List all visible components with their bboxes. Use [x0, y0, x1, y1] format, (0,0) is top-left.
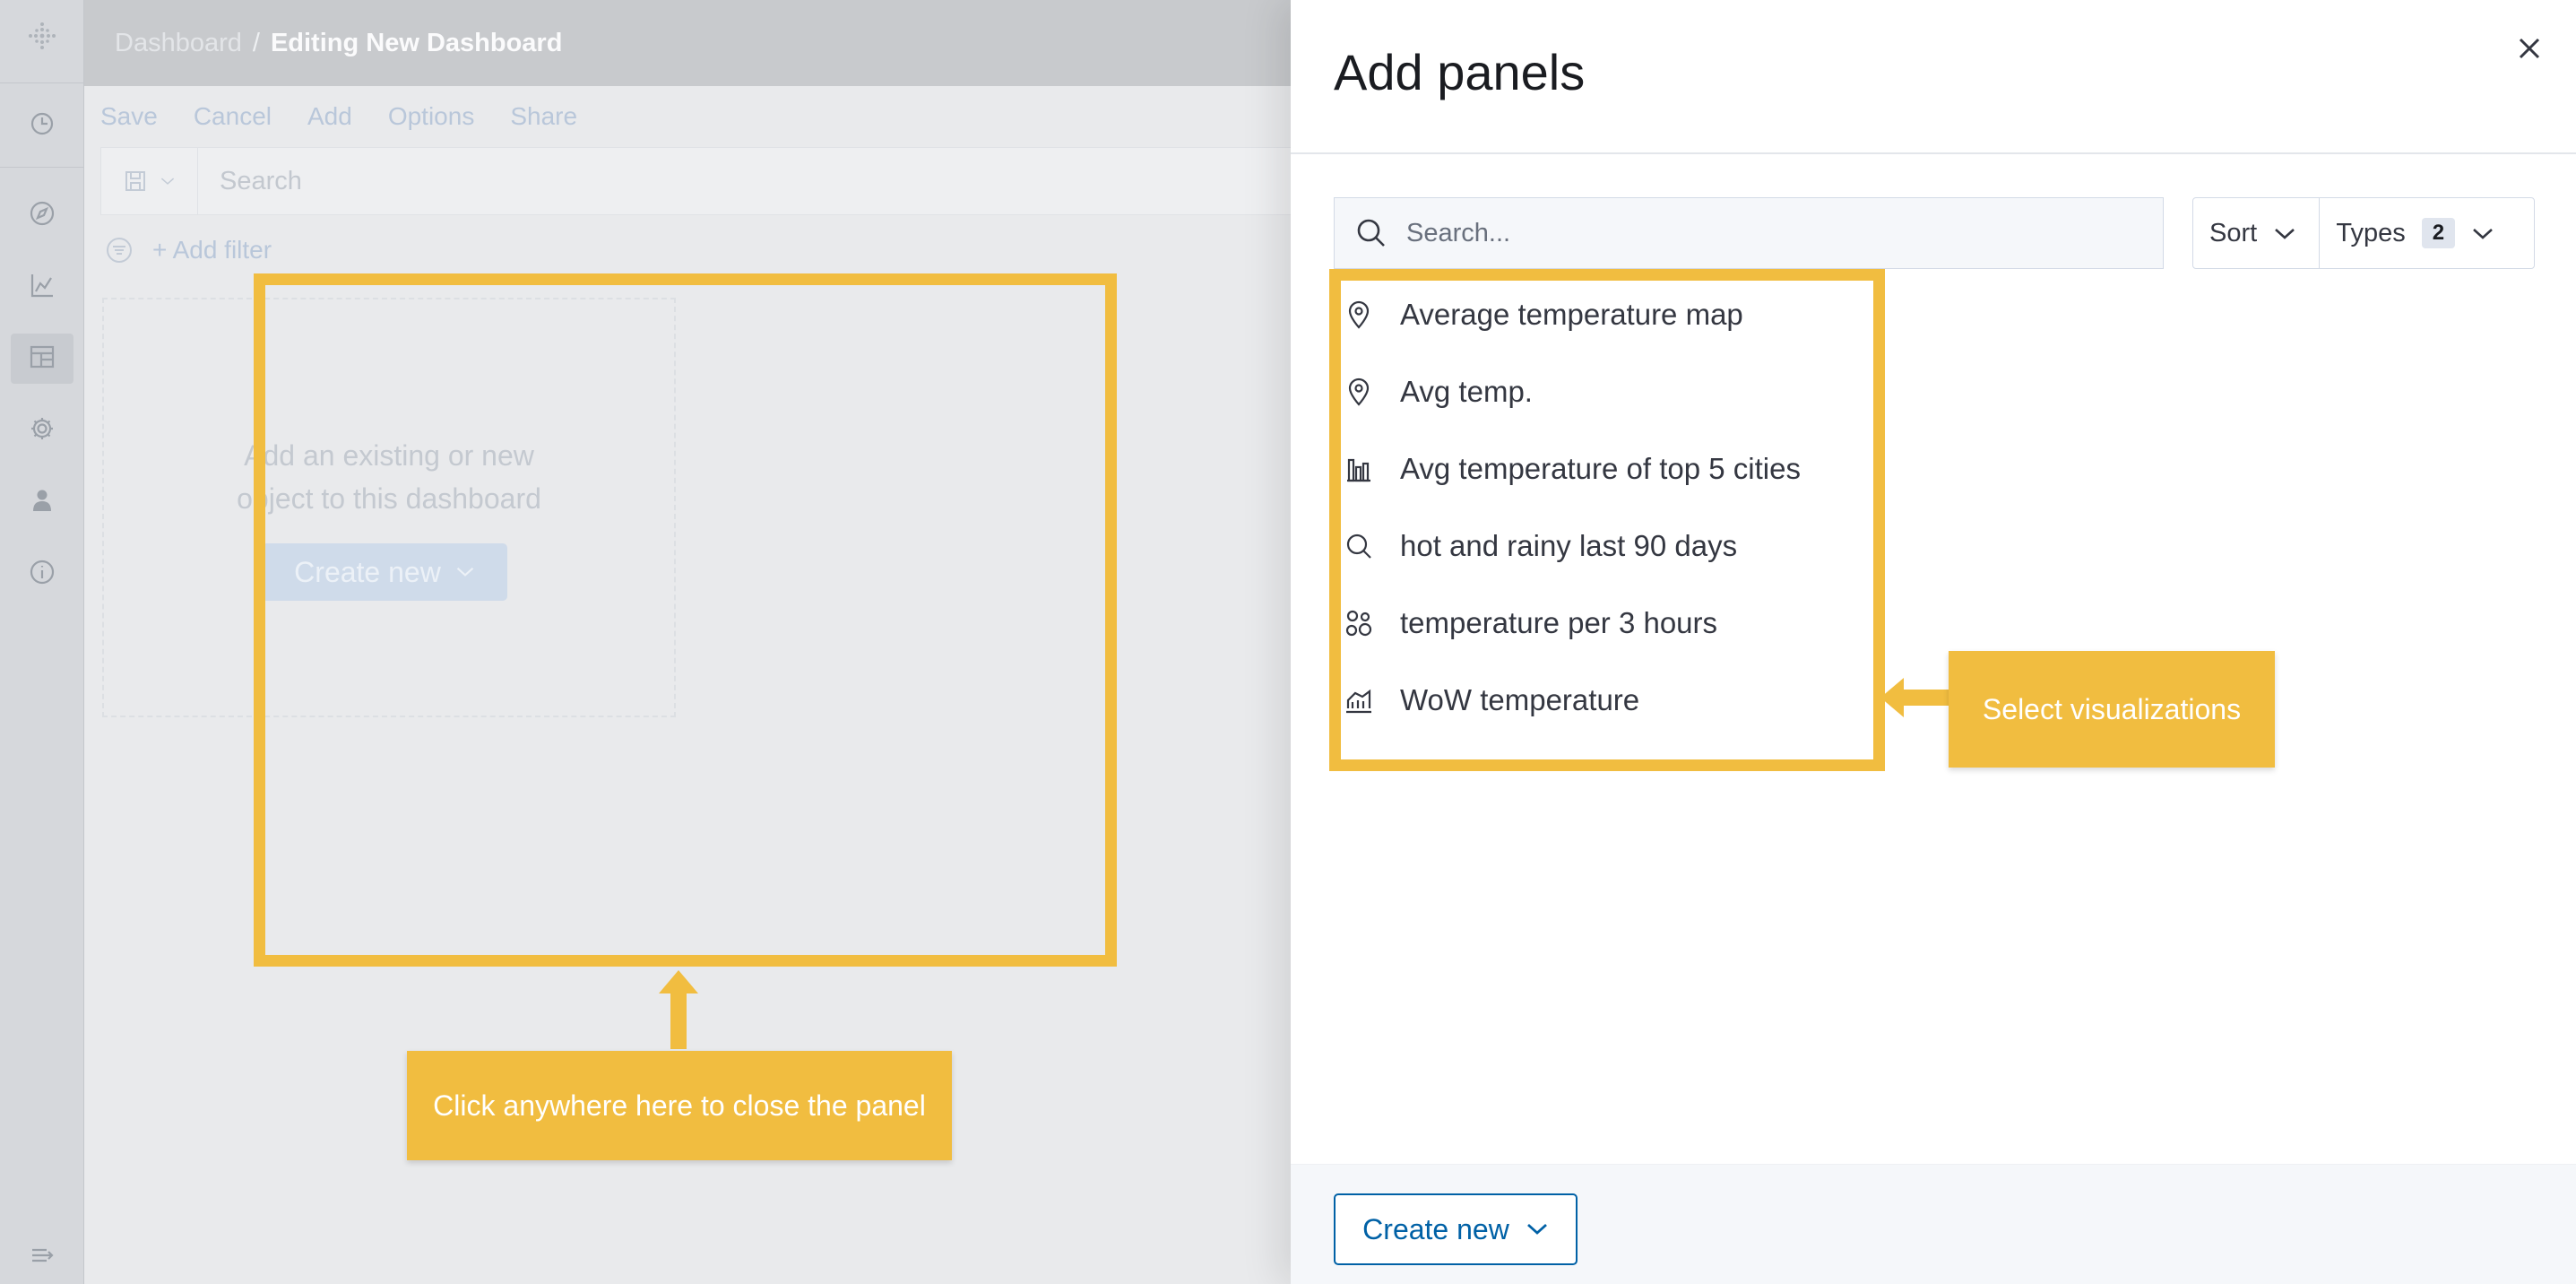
create-new-button[interactable]: Create new — [1334, 1193, 1578, 1265]
flyout-divider — [1291, 152, 2576, 154]
logo-icon[interactable] — [24, 18, 60, 54]
save-menu-item[interactable]: Save — [100, 102, 158, 131]
info-icon[interactable] — [24, 554, 60, 590]
close-panel-callout: Click anywhere here to close the panel — [407, 1051, 952, 1160]
clock-icon[interactable] — [24, 106, 60, 142]
filter-icon[interactable] — [104, 235, 134, 265]
dashboard-menu: Save Cancel Add Options Share — [100, 102, 577, 131]
saved-query-button[interactable] — [101, 148, 198, 214]
sort-button[interactable]: Sort — [2193, 198, 2321, 268]
types-count-badge: 2 — [2421, 218, 2456, 248]
chevron-down-icon — [2273, 219, 2296, 248]
up-arrow-shaft — [670, 986, 687, 1049]
flyout-title: Add panels — [1334, 44, 1586, 100]
left-arrow-head — [1880, 678, 1904, 717]
flyout-footer: Create new — [1291, 1164, 2576, 1284]
left-arrow-shaft — [1898, 690, 1949, 706]
collapse-icon[interactable] — [24, 1237, 60, 1273]
compass-icon[interactable] — [24, 195, 60, 231]
types-filter-button[interactable]: Types 2 — [2320, 198, 2534, 268]
cancel-menu-item[interactable]: Cancel — [194, 102, 272, 131]
search-icon — [1357, 219, 1385, 247]
add-filter-link[interactable]: + Add filter — [152, 236, 272, 265]
gear-icon[interactable] — [24, 411, 60, 447]
types-label: Types — [2336, 218, 2406, 247]
breadcrumb-root[interactable]: Dashboard — [115, 29, 242, 58]
dashboard-icon[interactable] — [24, 339, 60, 375]
panel-search-box — [1334, 197, 2164, 269]
query-bar: Search — [100, 147, 1355, 215]
header-bar: Dashboard / Editing New Dashboard — [84, 0, 1291, 86]
save-icon — [125, 171, 145, 191]
up-arrow-head — [659, 970, 698, 993]
share-menu-item[interactable]: Share — [510, 102, 577, 131]
chevron-down-icon — [2471, 219, 2494, 248]
panel-search-input[interactable] — [1406, 218, 2141, 248]
visualize-icon[interactable] — [24, 267, 60, 303]
query-search-input[interactable]: Search — [198, 167, 302, 196]
close-button[interactable] — [2511, 30, 2547, 66]
user-icon[interactable] — [24, 482, 60, 518]
filter-row: + Add filter — [104, 235, 272, 265]
options-menu-item[interactable]: Options — [388, 102, 475, 131]
close-icon — [2519, 38, 2540, 59]
side-nav — [0, 0, 84, 1284]
chevron-down-icon — [160, 178, 174, 185]
select-visualizations-callout: Select visualizations — [1949, 651, 2275, 768]
sort-label: Sort — [2209, 218, 2258, 247]
chevron-down-icon — [1526, 1223, 1547, 1235]
breadcrumb-separator: / — [252, 28, 260, 57]
close-area-highlight — [254, 273, 1117, 967]
breadcrumb-current: Editing New Dashboard — [270, 28, 563, 57]
add-menu-item[interactable]: Add — [307, 102, 352, 131]
create-new-label: Create new — [1362, 1212, 1509, 1245]
visualizations-highlight — [1329, 269, 1885, 771]
filter-group: Sort Types 2 — [2192, 197, 2535, 269]
